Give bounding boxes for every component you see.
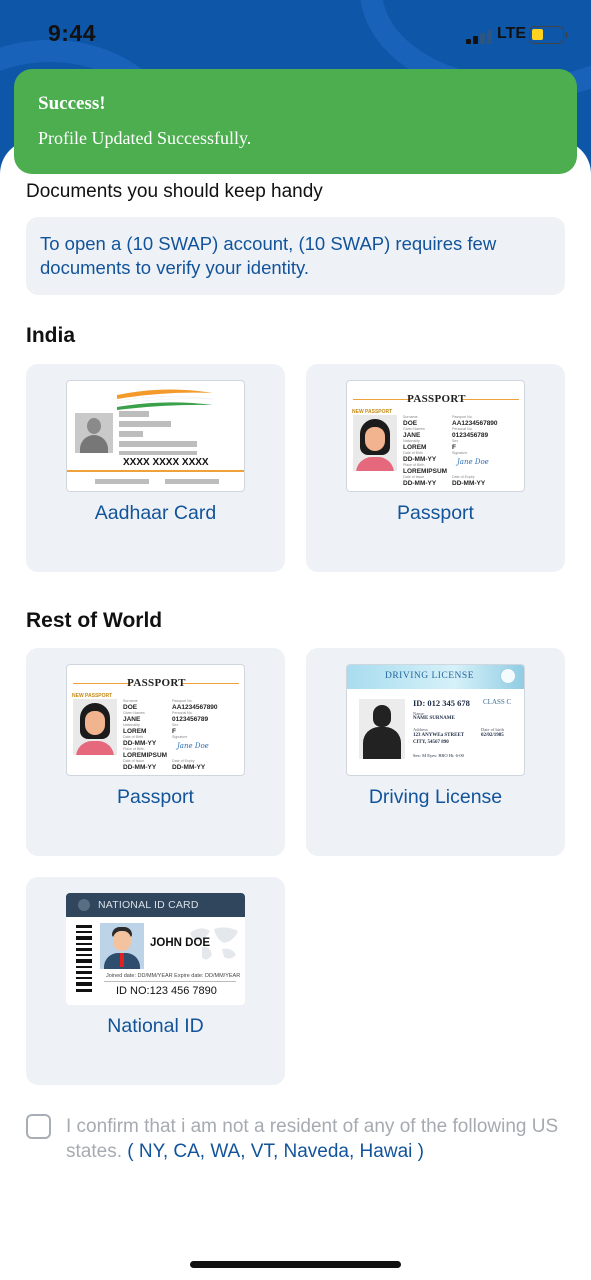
status-bar: 9:44 LTE [0, 0, 591, 70]
battery-icon [529, 26, 568, 44]
card-label: Aadhaar Card [94, 502, 217, 524]
document-card-aadhaar[interactable]: XXXX XXXX XXXX Aadhaar Card [26, 364, 285, 572]
document-card-passport-india[interactable]: PASSPORT NEW PASSPORT Surname DOE Given … [306, 364, 565, 572]
aadhaar-card-image: XXXX XXXX XXXX [66, 380, 245, 492]
document-card-driving-license[interactable]: DRIVING LICENSE ID: 012 345 678 CLASS C … [306, 648, 565, 856]
toast-message: Profile Updated Successfully. [38, 128, 252, 148]
person-photo-icon [100, 923, 144, 969]
document-card-national-id[interactable]: NATIONAL ID CARD JOHN DOE Joined date: D… [26, 877, 285, 1085]
documents-heading: Documents you should keep handy [26, 181, 323, 202]
tricolor-swoosh-icon [116, 389, 214, 410]
network-type: LTE [497, 25, 527, 42]
aadhaar-number: XXXX XXXX XXXX [123, 457, 209, 468]
person-photo-icon [73, 699, 117, 755]
info-box: To open a (10 SWAP) account, (10 SWAP) r… [26, 217, 565, 295]
document-card-passport-world[interactable]: PASSPORT NEW PASSPORT Surname DOE Given … [26, 648, 285, 856]
signal-strength-icon [466, 28, 492, 44]
toast-title: Success! [38, 93, 106, 114]
card-label: National ID [107, 1015, 204, 1037]
passport-image: PASSPORT NEW PASSPORT Surname DOE Given … [346, 380, 525, 492]
us-states-list: ( NY, CA, WA, VT, Naveda, Hawai ) [127, 1141, 424, 1162]
status-time: 9:44 [48, 20, 97, 46]
confirm-text[interactable]: I confirm that i am not a resident of an… [66, 1114, 566, 1164]
card-label: Driving License [368, 786, 503, 808]
success-toast[interactable]: Success! Profile Updated Successfully. [14, 69, 577, 174]
info-text: To open a (10 SWAP) account, (10 SWAP) r… [40, 233, 497, 278]
driving-license-image: DRIVING LICENSE ID: 012 345 678 CLASS C … [346, 664, 525, 776]
person-photo-icon [353, 415, 397, 471]
person-silhouette-icon [75, 413, 113, 453]
section-title-rest-of-world: Rest of World [26, 609, 163, 632]
passport-image: PASSPORT NEW PASSPORT Surname DOE Given … [66, 664, 245, 776]
card-label: Passport [117, 786, 194, 808]
seal-icon [500, 668, 516, 684]
national-id-image: NATIONAL ID CARD JOHN DOE Joined date: D… [66, 893, 245, 1005]
section-title-india: India [26, 324, 76, 347]
home-indicator[interactable] [190, 1261, 401, 1268]
person-silhouette-icon [359, 699, 405, 759]
confirm-checkbox[interactable] [26, 1114, 51, 1139]
card-label: Passport [397, 502, 474, 524]
